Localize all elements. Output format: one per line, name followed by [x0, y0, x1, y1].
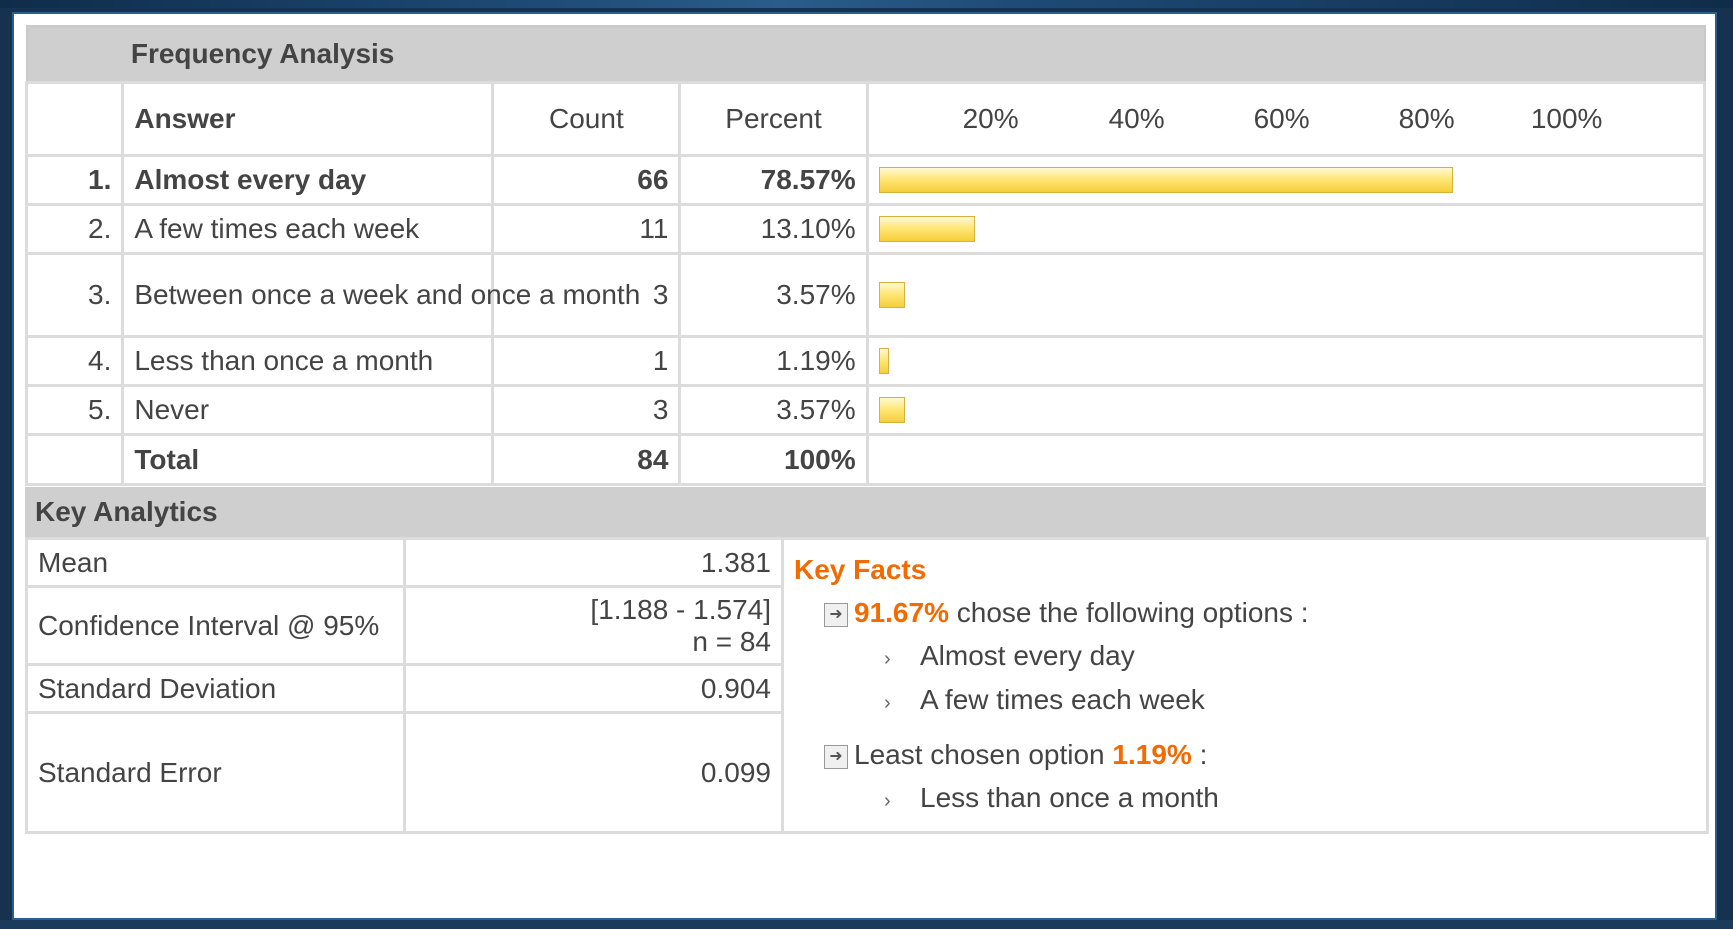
row-answer: Never — [121, 384, 495, 436]
table-row: 4. Less than once a month 1 1.19% — [24, 335, 1707, 387]
key-analytics-table: Mean 1.381 Key Facts ➜ 91.67% chose the f… — [25, 537, 1709, 834]
scale-tick: 60% — [1253, 103, 1310, 134]
mean-value: 1.381 — [403, 537, 784, 588]
scale-tick: 100% — [1530, 103, 1603, 134]
chevron-right-icon: › — [884, 648, 891, 670]
se-label: Standard Error — [25, 711, 406, 834]
header-percent: Percent — [678, 81, 869, 157]
row-percent: 13.10% — [678, 203, 869, 255]
chevron-right-icon: › — [884, 790, 891, 812]
row-percent: 78.57% — [678, 154, 869, 206]
fact-least-chosen: ➜ Least chosen option 1.19% : — [824, 734, 1706, 776]
frequency-header-row: Answer Count Percent 20% 40% 60% 80% 100… — [24, 81, 1707, 157]
arrow-right-icon: ➜ — [824, 744, 848, 769]
frequency-table: Frequency Analysis Answer Count Percent … — [24, 25, 1707, 486]
total-percent: 100% — [678, 433, 869, 486]
top-strip — [0, 0, 1733, 8]
list-item: › A few times each week — [884, 678, 1706, 722]
key-analytics-title: Key Analytics — [25, 487, 1706, 537]
table-row: 2. A few times each week 11 13.10% — [24, 203, 1707, 255]
row-count: 3 — [491, 384, 682, 436]
row-number: 3. — [24, 252, 125, 338]
se-value: 0.099 — [403, 711, 784, 834]
row-percent: 3.57% — [678, 384, 869, 436]
row-answer: Less than once a month — [121, 335, 495, 387]
percent-scale: 20% 40% 60% 80% 100% — [865, 81, 1707, 157]
key-analytics-section: Key Analytics Mean 1.381 Key Facts ➜ 91.6… — [25, 487, 1709, 834]
row-number: 2. — [24, 203, 125, 255]
scale-tick: 40% — [1108, 103, 1165, 134]
row-number: 5. — [24, 384, 125, 436]
fact-least-text: Least chosen option — [854, 739, 1105, 770]
header-count: Count — [491, 81, 682, 157]
report-frame: Frequency Analysis Answer Count Percent … — [12, 12, 1717, 920]
row-percent: 3.57% — [678, 252, 869, 338]
fact-least-percent: 1.19% — [1112, 739, 1192, 770]
total-count: 84 — [491, 433, 682, 486]
key-facts-title: Key Facts — [794, 554, 927, 585]
ci-label: Confidence Interval @ 95% — [25, 585, 406, 666]
percent-bar — [878, 167, 1453, 193]
table-row: 3. Between once a week and once a month … — [24, 252, 1707, 338]
row-count: 11 — [491, 203, 682, 255]
list-item: › Less than once a month — [884, 776, 1706, 820]
percent-bar — [878, 282, 905, 308]
row-count: 66 — [491, 154, 682, 206]
table-row: 1. Almost every day 66 78.57% — [24, 154, 1707, 206]
fact-top-options: ➜ 91.67% chose the following options : — [824, 592, 1706, 634]
arrow-right-icon: ➜ — [824, 602, 848, 627]
row-count: 1 — [491, 335, 682, 387]
percent-bar — [878, 397, 905, 423]
total-row: Total 84 100% — [24, 433, 1707, 486]
fact-top-text: chose the following options : — [956, 597, 1309, 628]
frequency-title: Frequency Analysis — [122, 26, 1705, 83]
fact-top-percent: 91.67% — [854, 597, 949, 628]
chevron-right-icon: › — [884, 692, 891, 714]
percent-bar — [878, 348, 889, 374]
list-item: › Almost every day — [884, 634, 1706, 678]
row-answer: A few times each week — [121, 203, 495, 255]
ci-value: [1.188 - 1.574] n = 84 — [403, 585, 784, 666]
bottom-strip — [0, 920, 1733, 929]
scale-tick: 20% — [962, 103, 1019, 134]
scale-tick: 80% — [1398, 103, 1455, 134]
stat-row-mean: Mean 1.381 Key Facts ➜ 91.67% chose the f… — [25, 537, 1709, 834]
row-number: 1. — [24, 154, 125, 206]
total-label: Total — [121, 433, 495, 486]
table-row: 5. Never 3 3.57% — [24, 384, 1707, 436]
row-answer: Between once a week and once a month — [121, 252, 640, 338]
mean-label: Mean — [25, 537, 406, 588]
sd-label: Standard Deviation — [25, 663, 406, 714]
percent-bar — [878, 216, 975, 242]
row-number: 4. — [24, 335, 125, 387]
header-answer: Answer — [121, 81, 495, 157]
key-facts-panel: Key Facts ➜ 91.67% chose the following op… — [781, 537, 1709, 834]
row-answer: Almost every day — [121, 154, 495, 206]
row-percent: 1.19% — [678, 335, 869, 387]
sd-value: 0.904 — [403, 663, 784, 714]
